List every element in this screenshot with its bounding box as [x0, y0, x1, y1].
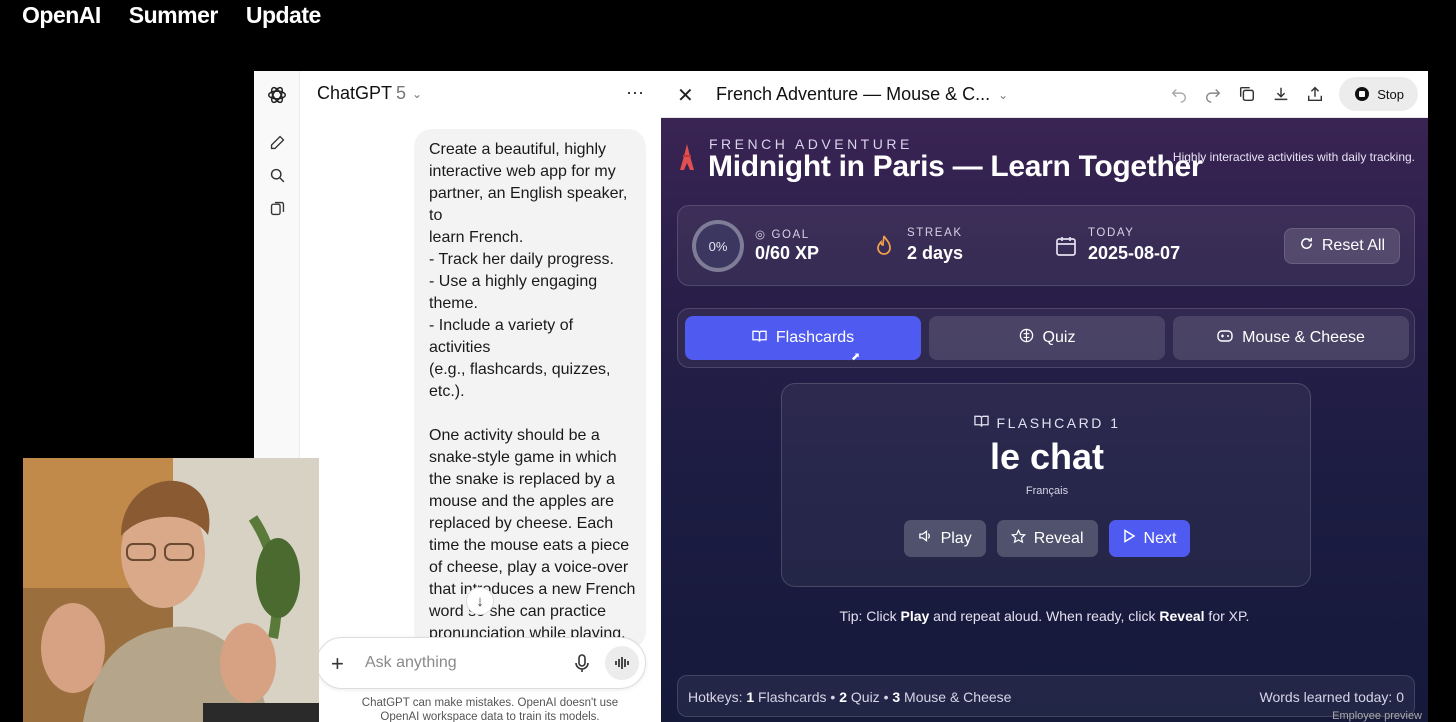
today-value: 2025-08-07: [1088, 243, 1181, 263]
presenter-image: [23, 458, 319, 722]
reveal-label: Reveal: [1033, 529, 1084, 547]
refresh-icon: [1299, 236, 1314, 256]
page-title: Midnight in Paris — Learn Together: [708, 150, 1203, 183]
search-icon[interactable]: [266, 164, 288, 186]
words-learned: Words learned today: 0: [1259, 689, 1405, 705]
banner-word-3: Update: [245, 1, 321, 28]
composer[interactable]: + Ask anything: [316, 637, 646, 689]
download-icon[interactable]: [1267, 77, 1295, 111]
chevron-down-icon: ⌄: [998, 87, 1009, 102]
model-selector[interactable]: ChatGPT 5 ⌄: [317, 83, 422, 104]
event-banner: OpenAI Summer Update: [22, 0, 321, 30]
share-icon[interactable]: [1301, 77, 1329, 111]
eiffel-tower-icon: [679, 144, 695, 175]
chat-header: ChatGPT 5 ⌄ ⋯: [300, 71, 661, 117]
stop-label: Stop: [1377, 86, 1404, 102]
redo-icon[interactable]: [1199, 77, 1227, 111]
chat-panel: ChatGPT 5 ⌄ ⋯ Create a beautiful, highly…: [300, 71, 661, 722]
library-icon[interactable]: [266, 197, 288, 219]
openai-logo-icon[interactable]: [265, 83, 289, 107]
employee-preview-label: Employee preview: [1332, 710, 1422, 722]
play-label: Play: [940, 529, 972, 547]
tab-mouse-cheese[interactable]: Mouse & Cheese: [1173, 316, 1409, 360]
star-icon: [1010, 528, 1026, 549]
reset-all-label: Reset All: [1321, 237, 1385, 254]
model-name: ChatGPT: [317, 83, 393, 103]
flashcard-actions: Play Reveal Next: [782, 520, 1312, 557]
user-message: Create a beautiful, highly interactive w…: [414, 129, 646, 649]
model-version: 5: [396, 83, 407, 103]
streak-value: 2 days: [907, 243, 964, 263]
play-button[interactable]: Play: [903, 520, 986, 557]
tagline: Highly interactive activities with daily…: [1172, 150, 1415, 164]
gamepad-icon: [1217, 329, 1233, 347]
flame-icon: [874, 235, 894, 262]
play-triangle-icon: [1123, 529, 1136, 548]
stats-bar: 0% ◎ GOAL 0/60 XP STREAK 2 days TODAY 20…: [677, 205, 1415, 286]
composer-placeholder[interactable]: Ask anything: [365, 654, 457, 672]
disclaimer: ChatGPT can make mistakes. OpenAI doesn'…: [361, 697, 619, 722]
tab-quiz-label: Quiz: [1042, 329, 1076, 346]
canvas-title-text: French Adventure — Mouse & C...: [716, 84, 991, 104]
chevron-down-icon: ⌄: [412, 86, 423, 101]
book-icon: [973, 414, 989, 431]
tab-flashcards[interactable]: Flashcards: [685, 316, 921, 360]
more-options-icon[interactable]: ⋯: [626, 83, 645, 104]
today-label: TODAY: [1088, 227, 1135, 239]
plus-icon[interactable]: +: [331, 651, 344, 677]
new-chat-icon[interactable]: [266, 131, 288, 153]
flashcard-word: le chat: [989, 436, 1105, 477]
book-icon: [752, 329, 767, 348]
banner-word-2: Summer: [128, 1, 219, 28]
scroll-down-button[interactable]: ↓: [466, 587, 494, 615]
next-label: Next: [1143, 529, 1177, 547]
stop-icon: [1355, 87, 1370, 101]
next-button[interactable]: Next: [1108, 520, 1191, 557]
progress-percent: 0%: [708, 238, 728, 254]
flashcard-label: FLASHCARD 1: [782, 414, 1312, 431]
canvas-title[interactable]: French Adventure — Mouse & C... ⌄: [716, 84, 1008, 105]
goal-value: 0/60 XP: [755, 243, 820, 263]
streak-label: STREAK: [907, 227, 963, 239]
tab-flashcards-label: Flashcards: [775, 329, 855, 346]
speaker-icon: [918, 529, 933, 548]
screen: OpenAI Summer Update ChatGPT 5 ⌄ ⋯ Creat…: [0, 0, 1456, 722]
goal-label: ◎ GOAL: [755, 229, 810, 241]
target-icon: ◎: [755, 229, 767, 241]
canvas-panel: ✕ French Adventure — Mouse & C... ⌄ Stop…: [661, 71, 1428, 722]
chatgpt-window: ChatGPT 5 ⌄ ⋯ Create a beautiful, highly…: [254, 71, 1428, 722]
status-footer: Hotkeys: 1 Flashcards • 2 Quiz • 3 Mouse…: [677, 675, 1415, 717]
activity-tabs: Flashcards Quiz Mouse & Cheese: [677, 308, 1415, 368]
flashcard: FLASHCARD 1 le chat Français Play Reveal…: [781, 383, 1311, 587]
canvas-header: ✕ French Adventure — Mouse & C... ⌄ Stop: [661, 71, 1428, 118]
copy-icon[interactable]: [1233, 77, 1261, 111]
hotkeys-hint: Hotkeys: 1 Flashcards • 2 Quiz • 3 Mouse…: [688, 689, 1012, 705]
flashcard-language: Français: [1025, 485, 1069, 497]
banner-word-1: OpenAI: [22, 1, 101, 28]
tab-quiz[interactable]: Quiz: [929, 316, 1165, 360]
voice-mode-icon[interactable]: [605, 646, 639, 680]
app-preview: FRENCH ADVENTURE Midnight in Paris — Lea…: [661, 118, 1428, 722]
reset-all-button[interactable]: Reset All: [1283, 228, 1400, 264]
stop-button[interactable]: Stop: [1339, 77, 1418, 111]
brain-icon: [1019, 328, 1034, 348]
canvas-toolbar: Stop: [1165, 77, 1418, 111]
mouse-cursor-icon: ⬈: [851, 351, 861, 363]
reveal-button[interactable]: Reveal: [996, 520, 1098, 557]
undo-icon[interactable]: [1165, 77, 1193, 111]
microphone-icon[interactable]: [571, 652, 593, 674]
close-icon[interactable]: ✕: [677, 83, 694, 108]
tab-mouse-cheese-label: Mouse & Cheese: [1242, 329, 1365, 346]
progress-ring: 0%: [692, 220, 744, 272]
presenter-video: [23, 458, 319, 722]
tip-text: Tip: Click Play and repeat aloud. When r…: [839, 608, 1250, 624]
calendar-icon: [1055, 235, 1077, 262]
